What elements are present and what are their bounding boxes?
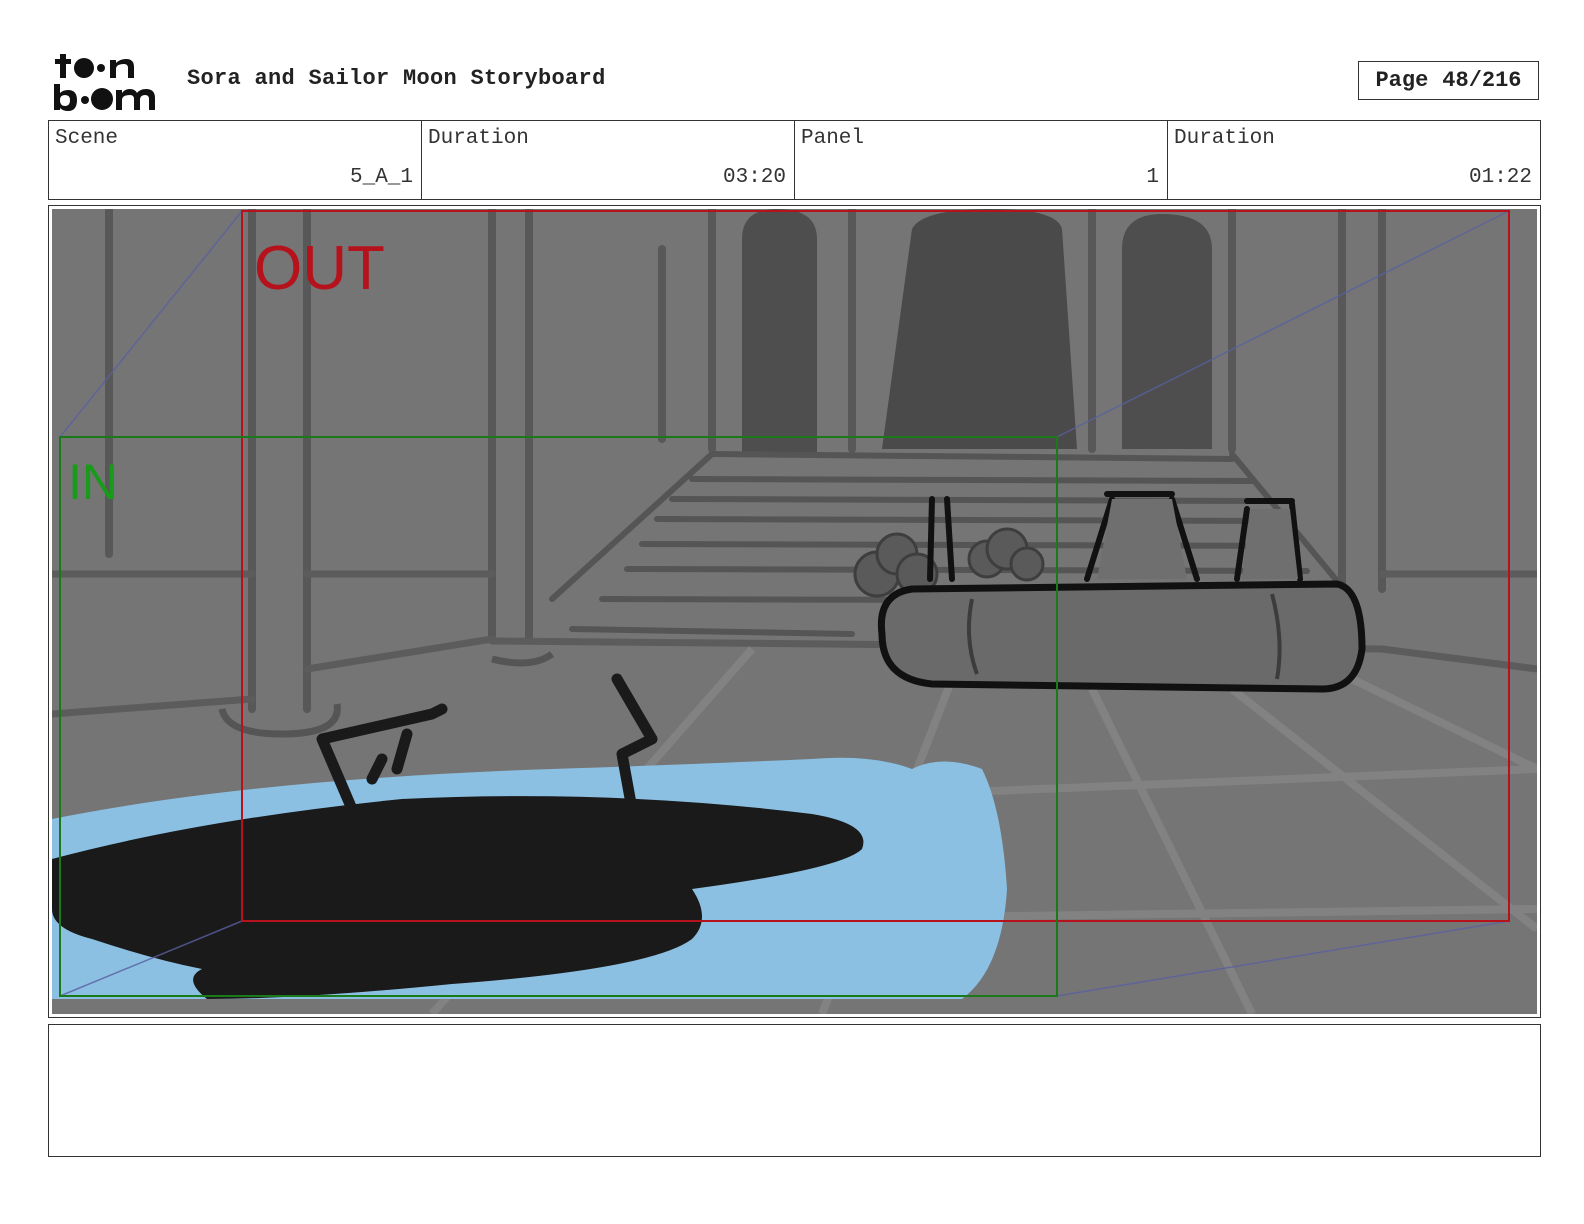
storyboard-title: Sora and Sailor Moon Storyboard: [187, 66, 606, 91]
page-indicator: Page 48/216: [1358, 61, 1539, 100]
arch-left: [742, 209, 817, 454]
arch-right: [1122, 214, 1212, 449]
scene-duration-label: Duration: [428, 127, 529, 150]
panel-duration-label: Duration: [1174, 127, 1275, 150]
panel-value: 1: [1146, 166, 1159, 189]
scene-cell: Scene 5_A_1: [49, 121, 422, 199]
panel-notes-box: [48, 1024, 1541, 1157]
scene-info-table: Scene 5_A_1 Duration 03:20 Panel 1 Durat…: [48, 120, 1541, 200]
arch-center: [882, 209, 1077, 449]
scene-duration-value: 03:20: [722, 166, 786, 189]
scene-duration-cell: Duration 03:20: [422, 121, 795, 199]
scene-label: Scene: [55, 127, 119, 150]
fountain-basin: [877, 580, 1366, 693]
panel-duration-cell: Duration 01:22: [1168, 121, 1540, 199]
in-label: IN: [68, 454, 118, 510]
panel-cell: Panel 1: [795, 121, 1168, 199]
panel-artwork: OUT IN: [52, 209, 1537, 1014]
toon-boom-logo: [54, 54, 155, 111]
out-label: OUT: [254, 234, 385, 303]
panel-duration-value: 01:22: [1468, 166, 1532, 189]
page-number: 48/216: [1442, 68, 1522, 93]
page-label: Page: [1375, 68, 1429, 93]
scene-value: 5_A_1: [349, 166, 413, 189]
panel-label: Panel: [801, 127, 865, 150]
